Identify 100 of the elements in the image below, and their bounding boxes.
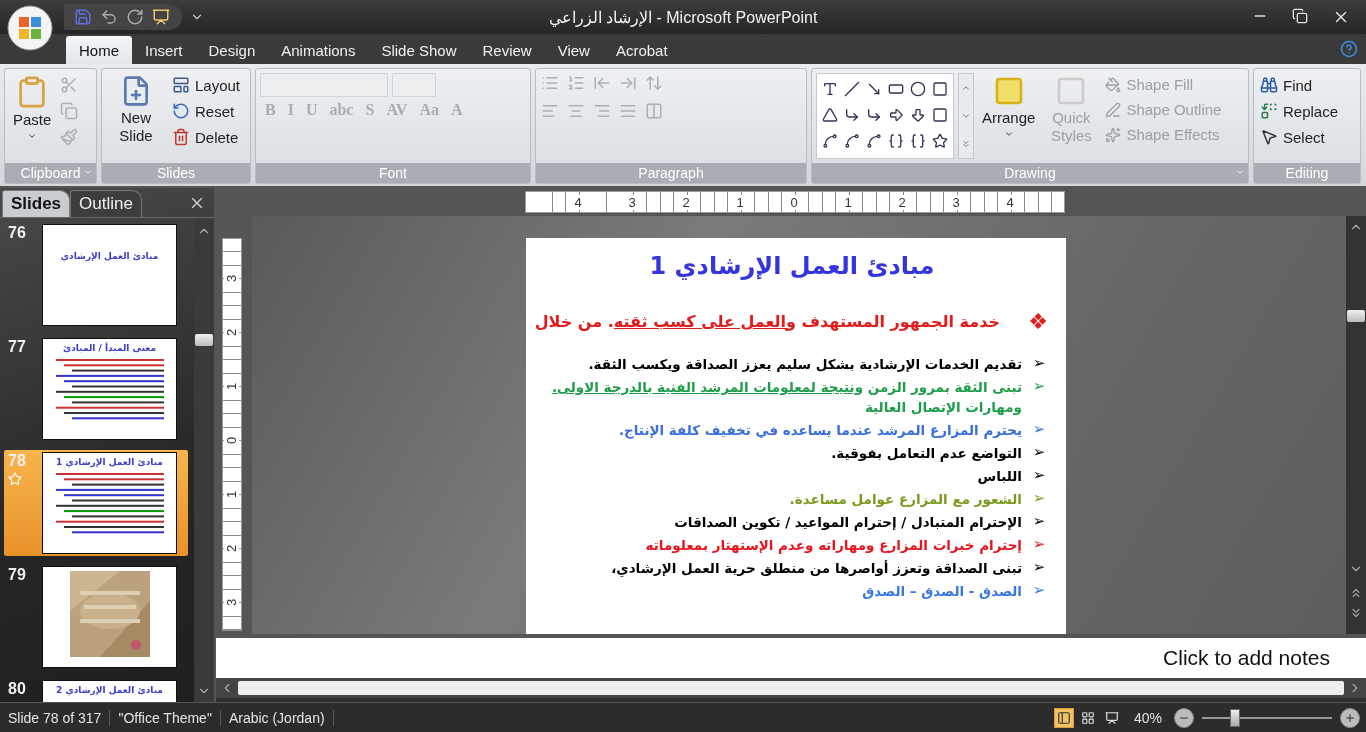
down-arrow-icon[interactable]	[910, 107, 926, 123]
notes-placeholder[interactable]: Click to add notes	[1163, 646, 1366, 670]
pointer-icon	[1260, 128, 1278, 146]
editing-command-button[interactable]: Select	[1258, 127, 1341, 147]
ribbon-tab[interactable]: Design	[195, 36, 269, 64]
ruler-number: 2	[224, 328, 240, 336]
restore-icon[interactable]	[1292, 8, 1308, 24]
pane-tab[interactable]: Outline	[70, 190, 142, 217]
plus-icon	[1344, 711, 1356, 724]
ruler-number: 3	[224, 274, 240, 282]
arrow-line-icon[interactable]	[866, 81, 882, 97]
zoom-slider-thumb[interactable]	[1229, 708, 1240, 727]
normal-view-icon	[1056, 710, 1071, 725]
new-slide-button[interactable]: New Slide	[106, 73, 166, 159]
layout-icon	[172, 76, 190, 94]
reset-icon	[172, 102, 190, 120]
horizontal-scroll-thumb[interactable]	[238, 681, 1344, 695]
slide-command-button[interactable]: Reset	[170, 101, 243, 121]
slide-thumbnail[interactable]: مبادئ العمل الإرشادي 2	[42, 680, 177, 702]
ruler-number: 2	[681, 194, 691, 210]
editing-command-button[interactable]: Replace	[1258, 101, 1341, 121]
ribbon-tab[interactable]: Review	[469, 36, 545, 64]
ruler-number: 4	[1005, 194, 1015, 210]
arrange-button[interactable]: Arrange	[978, 73, 1040, 159]
ruler-number: 3	[627, 194, 637, 210]
undo-icon[interactable]	[100, 8, 118, 26]
previous-slide-icon[interactable]	[1349, 586, 1363, 600]
bullet-text: تبنى الثقة بمرور الزمن ونتيجة لمعلومات المرشد الفنية بالدرجة الاولى. ومهارات الإتصال العالية	[551, 378, 1022, 417]
redo-icon[interactable]	[126, 8, 144, 26]
bullet-marker: ➢	[1031, 377, 1047, 395]
bullet-text: الإحترام المتبادل / إحترام المواعيد / تكوين الصداقات	[674, 513, 1022, 532]
star-icon[interactable]	[932, 133, 948, 149]
bullet-text: التواضع عدم التعامل بفوقية.	[831, 444, 1022, 463]
ruler-number: 2	[897, 194, 907, 210]
slideshow-icon[interactable]	[152, 8, 170, 26]
ribbon-tab[interactable]: Animations	[268, 36, 369, 64]
slide-number: 78	[8, 452, 27, 470]
oval-icon[interactable]	[910, 81, 926, 97]
caret-icon	[27, 131, 38, 141]
replace-icon	[1260, 102, 1278, 120]
presentation-icon	[1104, 710, 1119, 725]
group-label: Editing	[1254, 163, 1360, 183]
slide-thumbnail[interactable]: مبادئ العمل الإرشادي	[42, 224, 177, 326]
bullet-text: الصدق - الصدق – الصدق	[862, 582, 1022, 601]
ribbon-tab[interactable]: Slide Show	[368, 36, 470, 64]
triangle-icon[interactable]	[822, 107, 838, 123]
paint-bucket-icon	[1105, 76, 1122, 93]
editing-command-button[interactable]: Find	[1258, 75, 1341, 95]
ribbon-tab[interactable]: Insert	[132, 36, 196, 64]
thumbnail-title: مبادئ العمل الإرشادي	[60, 251, 159, 261]
group-label: Paragraph	[536, 163, 806, 183]
line-icon[interactable]	[844, 81, 860, 97]
next-slide-icon[interactable]	[1349, 606, 1363, 620]
brace-icon[interactable]	[888, 133, 904, 149]
scroll-thumb[interactable]	[1347, 310, 1365, 322]
pen-icon	[1105, 101, 1122, 118]
delete-icon	[172, 128, 190, 146]
pane-tab[interactable]: Slides	[2, 190, 71, 217]
slide-thumbnail[interactable]	[42, 566, 177, 668]
group-label: Font	[256, 163, 530, 183]
elbow-arrow-icon[interactable]	[866, 107, 882, 123]
slide-thumbnail[interactable]: معنى المبدأ / المبادئ	[42, 338, 177, 440]
rounded-rectangle-icon[interactable]	[932, 81, 948, 97]
zoom-level: 40%	[1132, 709, 1163, 726]
ruler-number: 1	[735, 194, 745, 210]
ruler-number: 1	[224, 490, 240, 498]
bullet-marker: ❖	[1030, 308, 1048, 334]
zoom-in-button[interactable]	[1340, 707, 1360, 728]
ribbon-tab[interactable]: View	[544, 36, 603, 64]
rectangle-icon[interactable]	[888, 81, 904, 97]
text-box-icon[interactable]	[822, 81, 838, 97]
help-icon[interactable]	[1340, 40, 1358, 58]
ruler-number: 4	[573, 194, 583, 210]
bullet-marker: ➢	[1031, 443, 1047, 461]
grid-icon	[1080, 710, 1095, 725]
thumbnail-row[interactable]: 79	[4, 564, 188, 670]
slide-command-button[interactable]: Delete	[170, 127, 243, 147]
ruler-number: 1	[224, 382, 240, 390]
ribbon-tab[interactable]: Acrobat	[602, 36, 681, 64]
shape-icon[interactable]	[932, 107, 948, 123]
slide-command-button[interactable]: Layout	[170, 75, 243, 95]
scroll-thumb[interactable]	[195, 334, 213, 346]
paste-button[interactable]: Paste	[9, 73, 56, 159]
connector-icon[interactable]	[844, 107, 860, 123]
thumbnail-title: مبادئ العمل الإرشادي 1	[56, 457, 163, 467]
bullet-text: تقديم الخدمات الإرشادية بشكل سليم يعزز الصداقة ويكسب الثقة.	[588, 355, 1022, 374]
right-arrow-icon[interactable]	[888, 107, 904, 123]
bullet-text: الشعور مع المزارع عوامل مساعدة.	[789, 490, 1022, 509]
zoom-out-button[interactable]	[1174, 707, 1194, 728]
language: Arabic (Jordan)	[220, 709, 334, 726]
arc-icon[interactable]	[844, 133, 860, 149]
bullet-text: يحترم المزارع المرشد عندما يساعده في تخفيف كلفة الإنتاج.	[618, 421, 1022, 440]
ribbon-tab[interactable]: Home	[66, 36, 132, 64]
ruler-number: 1	[843, 194, 853, 210]
bullet-text: اللباس	[977, 467, 1022, 486]
curve-icon[interactable]	[822, 133, 838, 149]
slide-thumbnail[interactable]: مبادئ العمل الإرشادي 1	[42, 452, 177, 554]
shapes-gallery[interactable]	[816, 73, 954, 159]
view-button[interactable]	[1053, 707, 1074, 728]
bullet-marker: ➢	[1031, 420, 1047, 438]
